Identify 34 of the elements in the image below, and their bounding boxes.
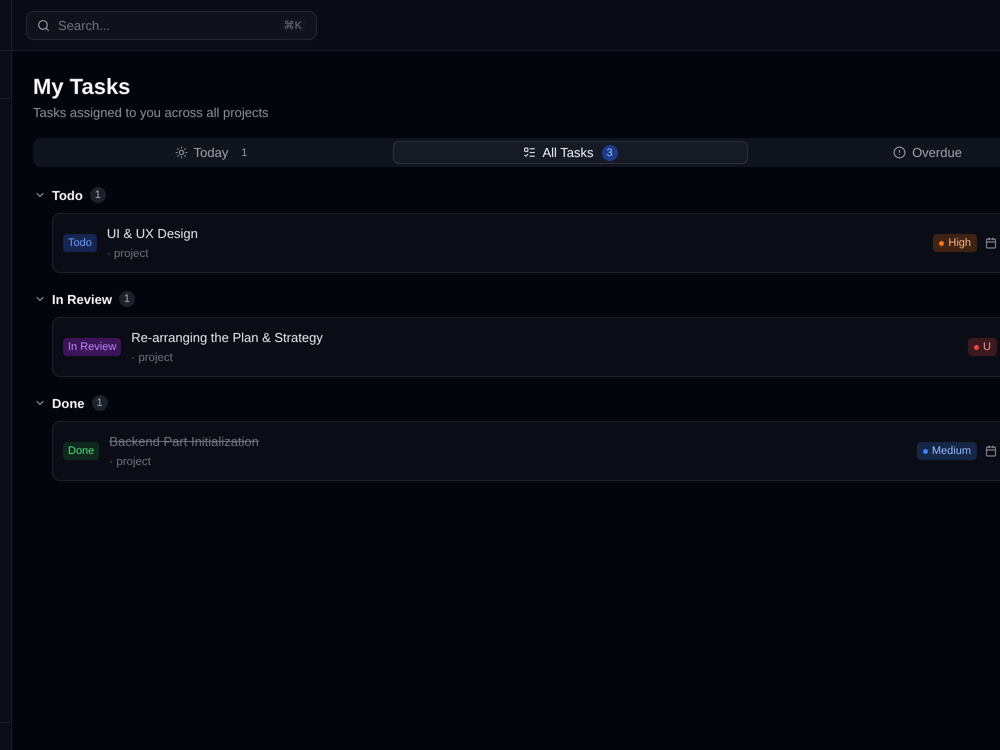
- task-card[interactable]: In Review Re-arranging the Plan & Strategy · project U: [52, 317, 1000, 377]
- count-badge: 1: [90, 187, 106, 203]
- priority-label: U: [983, 341, 991, 353]
- count-badge: 1: [92, 395, 108, 411]
- tab[interactable]: Today 1: [36, 141, 391, 164]
- sun-icon: [174, 146, 188, 159]
- task-card[interactable]: Todo UI & UX Design · project High: [52, 213, 1000, 273]
- count-badge: 1: [118, 291, 135, 307]
- task-project: · project: [131, 350, 173, 366]
- group-title: Todo: [52, 188, 83, 202]
- search-input[interactable]: Search...: [58, 18, 272, 32]
- tab[interactable]: All Tasks 3: [393, 141, 748, 164]
- task-title: Backend Part Initialization: [109, 432, 259, 450]
- task-card[interactable]: Done Backend Part Initialization · project Medium: [52, 421, 1000, 481]
- task-title: UI & UX Design: [106, 224, 198, 242]
- status-badge: Done: [63, 442, 100, 460]
- alert-circle-icon: [893, 146, 906, 159]
- status-badge: Todo: [63, 234, 97, 252]
- checklist-icon: [523, 146, 536, 159]
- priority-label: Medium: [932, 445, 971, 457]
- group-title: In Review: [52, 292, 112, 306]
- priority-label: High: [948, 237, 971, 249]
- search-icon: [37, 18, 50, 32]
- group-title: Done: [52, 396, 84, 410]
- task-project: · project: [109, 454, 151, 470]
- task-title: Re-arranging the Plan & Strategy: [131, 328, 323, 346]
- page-subtitle: Tasks assigned to you across all projects: [33, 104, 270, 122]
- tab[interactable]: Overdue: [750, 141, 1000, 164]
- task-project: · project: [106, 246, 148, 262]
- tab-count: 3: [602, 144, 618, 160]
- tab-count: 1: [240, 146, 248, 160]
- page-title: My Tasks: [33, 73, 132, 101]
- status-badge: In Review: [63, 338, 122, 356]
- search-field[interactable]: Search... ⌘K: [26, 10, 317, 40]
